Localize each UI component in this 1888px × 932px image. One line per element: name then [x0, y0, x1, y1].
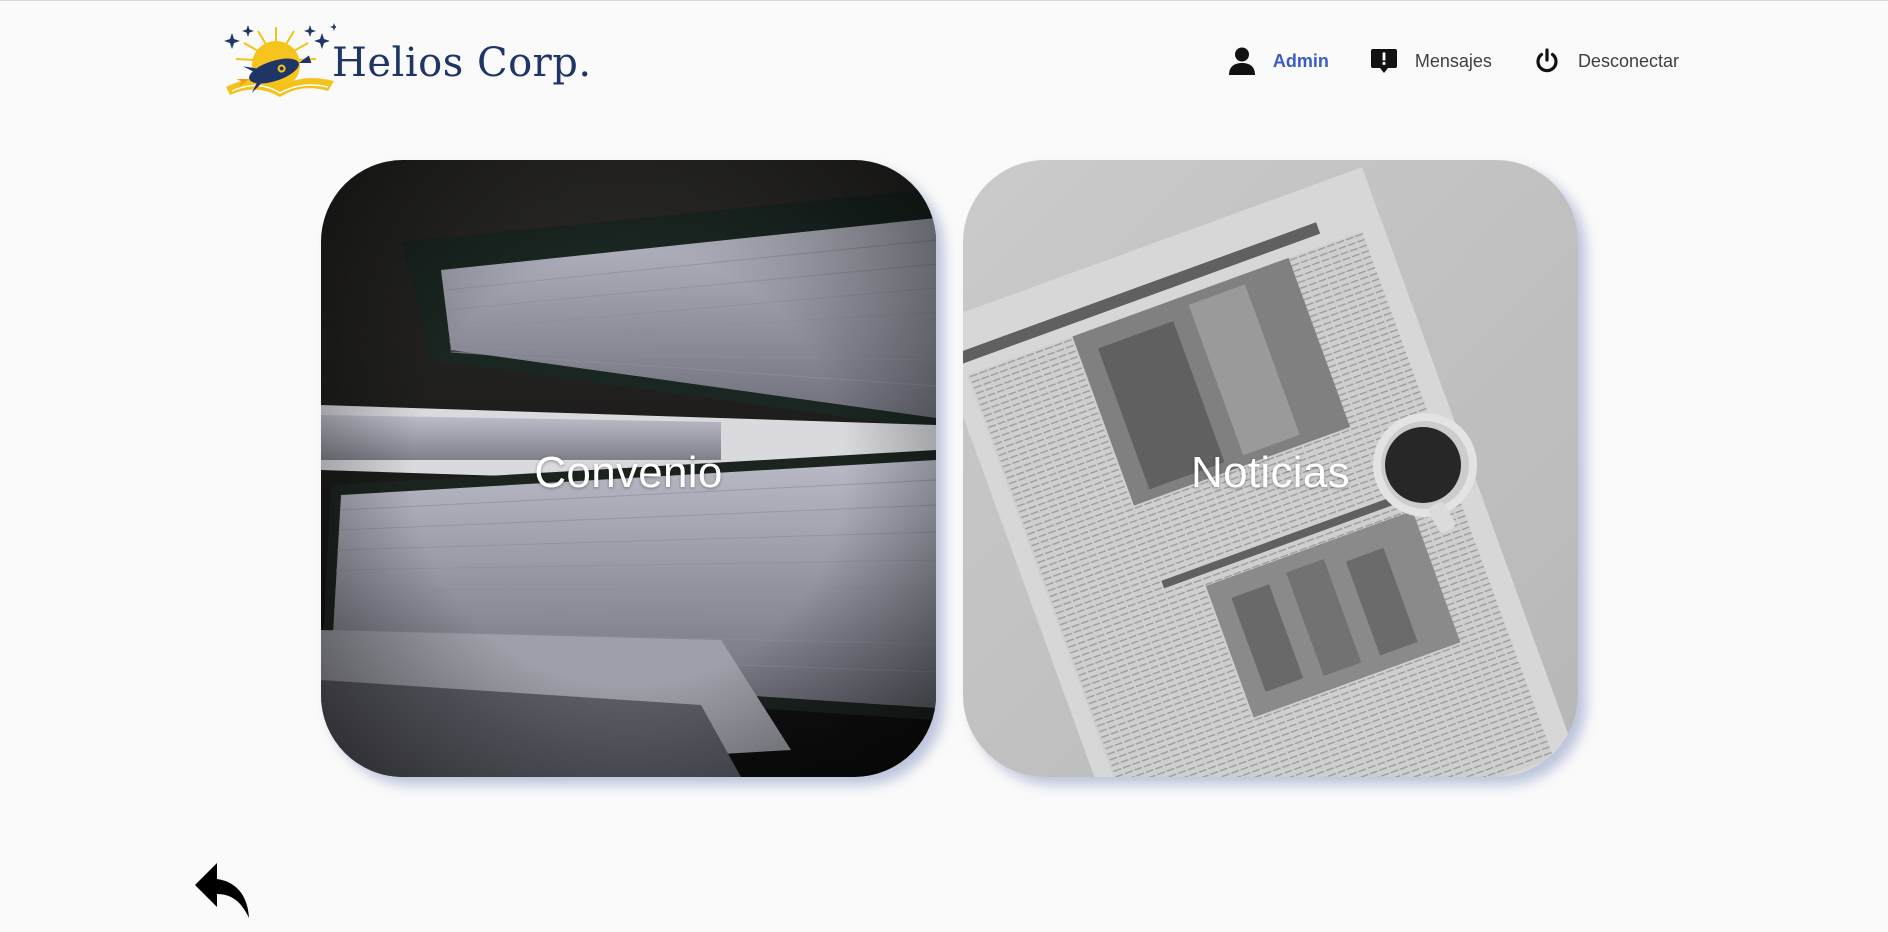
card-noticias[interactable]: Noticias [963, 160, 1578, 777]
card-label-convenio: Convenio [534, 448, 723, 497]
nav-item-admin[interactable]: Admin [1227, 41, 1329, 81]
top-nav: Admin Mensajes Desconectar [1227, 41, 1679, 81]
nav-label-admin: Admin [1272, 50, 1329, 71]
message-alert-icon [1369, 46, 1399, 76]
brand-logo[interactable]: Helios Corp. [218, 21, 591, 101]
user-icon [1227, 46, 1257, 76]
header: Helios Corp. Admin Mensajes Desconectar [0, 1, 1888, 111]
rocket-sun-logo-icon [224, 23, 336, 97]
brand-name: Helios Corp. [332, 40, 592, 86]
reply-arrow-icon [195, 863, 249, 918]
nav-label-desconectar: Desconectar [1577, 50, 1679, 71]
nav-label-mensajes: Mensajes [1414, 50, 1492, 71]
power-icon [1532, 46, 1562, 76]
nav-item-mensajes[interactable]: Mensajes [1369, 41, 1492, 81]
card-label-noticias: Noticias [1191, 448, 1350, 497]
nav-item-desconectar[interactable]: Desconectar [1532, 41, 1679, 81]
card-convenio[interactable]: Convenio [321, 160, 936, 777]
section-cards: Convenio Noticias [321, 160, 1580, 777]
back-button[interactable] [193, 861, 251, 921]
